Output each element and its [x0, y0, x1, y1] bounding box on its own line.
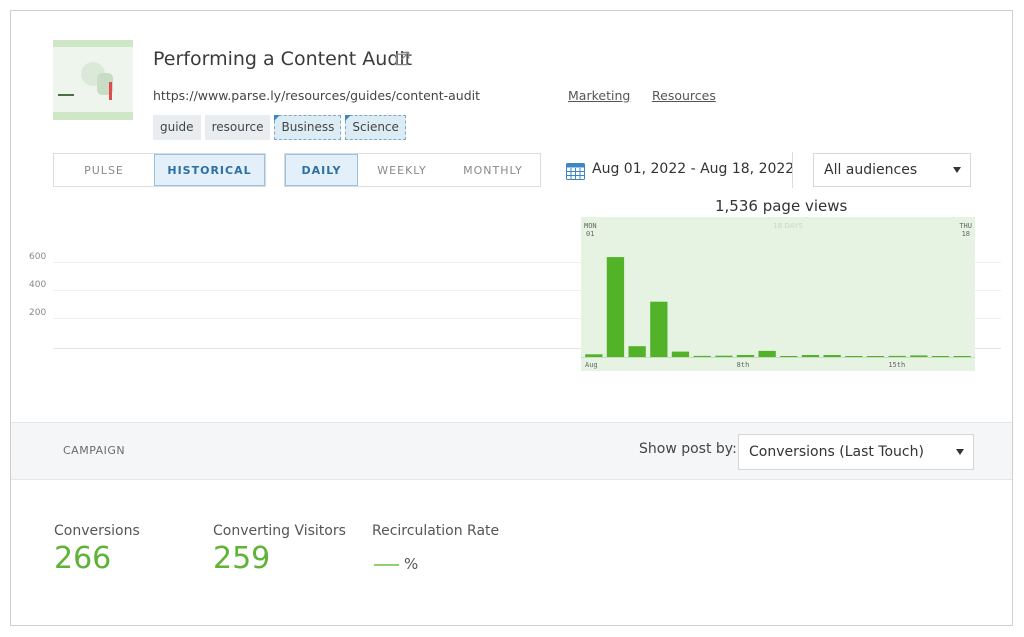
bar-1[interactable]	[585, 354, 603, 357]
bar-16[interactable]	[910, 355, 928, 357]
bar-3[interactable]	[628, 346, 646, 357]
tag-list: guide resource Business Science	[153, 115, 406, 140]
bar-4[interactable]	[650, 301, 668, 357]
tag-resource[interactable]: resource	[204, 115, 271, 140]
bar-17[interactable]	[931, 356, 950, 357]
post-url[interactable]: https://www.parse.ly/resources/guides/co…	[153, 88, 480, 103]
show-post-by-select[interactable]: Conversions (Last Touch)	[738, 434, 974, 470]
chart-start-day-label: MON	[584, 222, 597, 230]
tag-science[interactable]: Science	[345, 115, 406, 140]
audience-select-value: All audiences	[824, 162, 918, 178]
y-tick-400: 400	[29, 280, 47, 290]
caret-down-icon	[953, 167, 961, 173]
campaign-label: CAMPAIGN	[63, 444, 126, 457]
external-link-icon[interactable]	[395, 51, 410, 66]
bar-18[interactable]	[953, 356, 971, 357]
calendar-icon[interactable]	[566, 163, 585, 180]
page-views-bar-chart: MON01 THU18 18 DAYS Aug 8th 15th	[581, 222, 975, 369]
chart-range-label: 18 DAYS	[773, 222, 803, 230]
tab-historical[interactable]: HISTORICAL	[154, 154, 265, 186]
mode-toggle: PULSE HISTORICAL	[53, 153, 266, 187]
chart-end-day-label: THU	[959, 222, 972, 230]
metric-value-conversions: 266	[54, 541, 112, 576]
bar-12[interactable]	[823, 355, 841, 357]
chart-end-date-label: 18	[962, 230, 970, 238]
metric-label-recirculation-rate: Recirculation Rate	[372, 523, 500, 539]
metric-label-conversions: Conversions	[54, 523, 140, 539]
show-post-by-label: Show post by:	[639, 441, 737, 457]
post-title: Performing a Content Audit	[153, 48, 413, 70]
date-range-picker[interactable]: Aug 01, 2022 - Aug 18, 2022	[592, 161, 794, 177]
no-data-dash	[374, 564, 399, 566]
category-link-resources[interactable]: Resources	[652, 88, 716, 103]
chart-start-date-label: 01	[586, 230, 594, 238]
show-post-by-value: Conversions (Last Touch)	[749, 444, 924, 460]
page-views-total: 1,536 page views	[715, 197, 848, 215]
metric-label-converting-visitors: Converting Visitors	[213, 523, 346, 539]
metric-value-recirculation-rate: %	[404, 555, 419, 573]
period-toggle: DAILY WEEKLY MONTHLY	[284, 153, 541, 187]
y-tick-200: 200	[29, 308, 47, 318]
bar-11[interactable]	[801, 355, 820, 357]
post-detail-panel: Performing a Content Audit https://www.p…	[10, 10, 1013, 626]
bar-13[interactable]	[845, 356, 863, 357]
tag-business[interactable]: Business	[274, 115, 342, 140]
bar-15[interactable]	[888, 355, 906, 357]
tab-weekly[interactable]: WEEKLY	[358, 154, 446, 186]
audience-select[interactable]: All audiences	[813, 153, 971, 187]
tab-pulse[interactable]: PULSE	[54, 154, 154, 186]
tag-guide[interactable]: guide	[153, 115, 201, 140]
bar-6[interactable]	[693, 355, 711, 357]
bar-7[interactable]	[715, 355, 733, 358]
bar-2[interactable]	[606, 257, 625, 357]
tab-daily[interactable]: DAILY	[285, 154, 358, 186]
post-thumbnail[interactable]	[53, 40, 133, 120]
bar-10[interactable]	[780, 356, 798, 357]
bar-9[interactable]	[758, 350, 776, 357]
x-tick-8th: 8th	[737, 361, 750, 369]
x-tick-15th: 15th	[888, 361, 905, 369]
metric-value-converting-visitors: 259	[213, 541, 271, 576]
divider	[792, 152, 793, 188]
x-tick-Aug: Aug	[585, 361, 598, 369]
category-link-marketing[interactable]: Marketing	[568, 88, 630, 103]
tab-monthly[interactable]: MONTHLY	[446, 154, 540, 186]
bar-14[interactable]	[866, 356, 885, 357]
bar-5[interactable]	[671, 351, 690, 357]
caret-down-icon	[956, 449, 964, 455]
y-tick-600: 600	[29, 252, 47, 262]
bar-8[interactable]	[736, 355, 755, 357]
